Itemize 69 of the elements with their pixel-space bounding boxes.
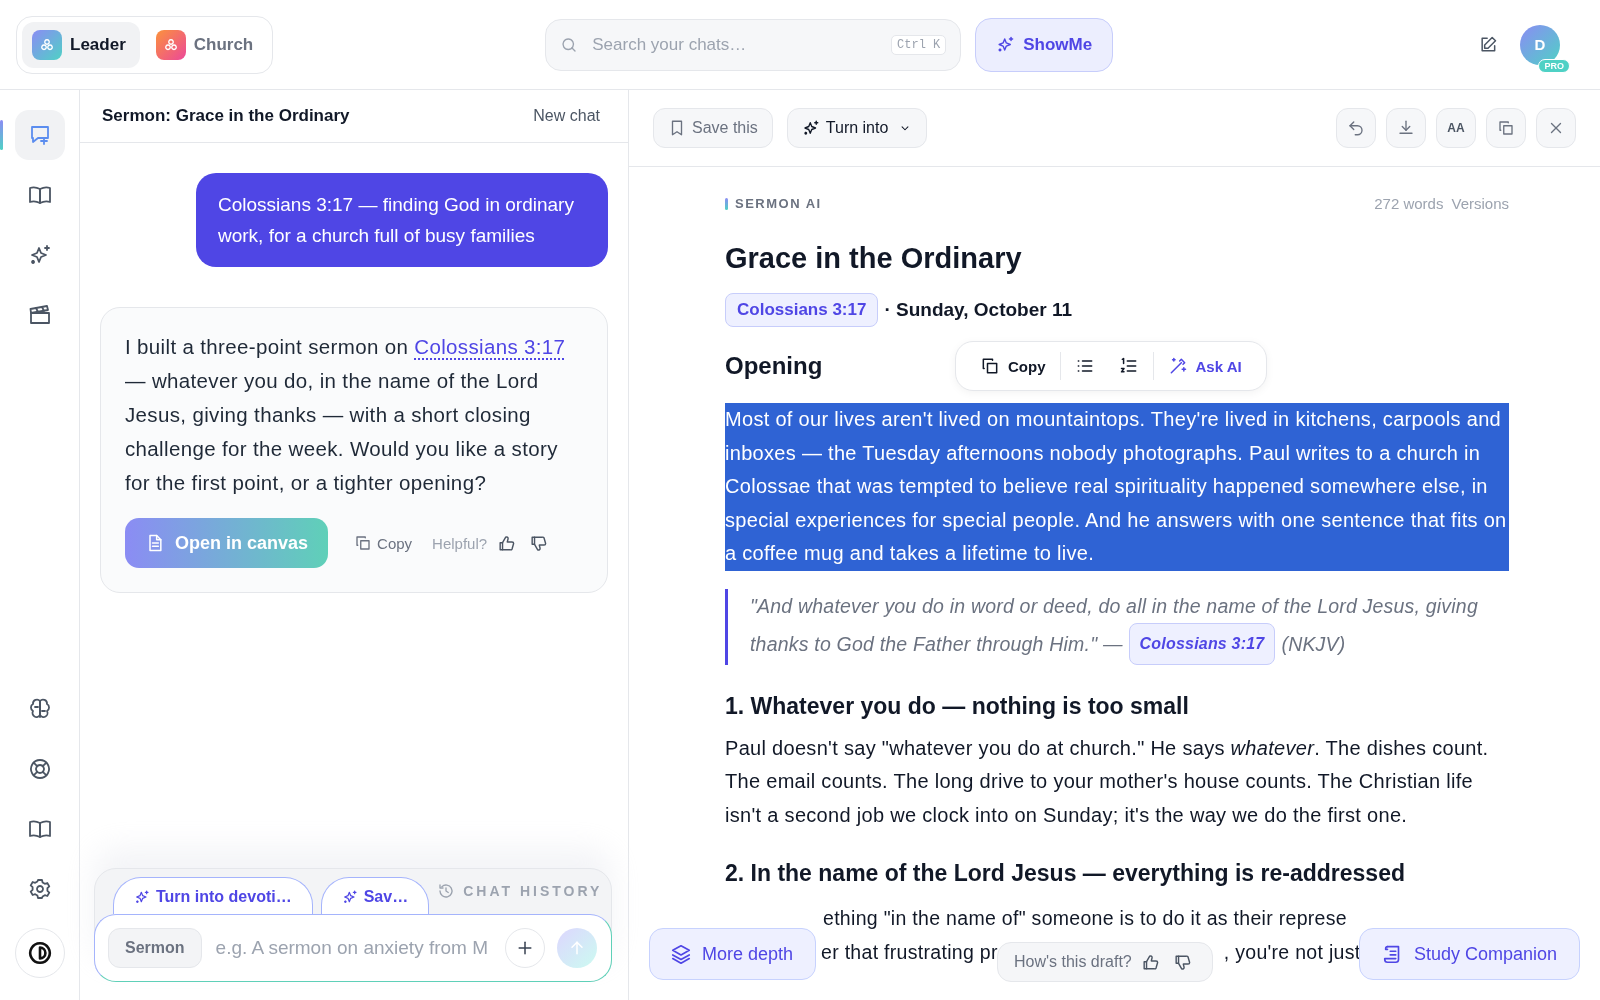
workspace-tab[interactable]: Church [145, 21, 268, 68]
paragraph: Most of our lives aren't lived on mountaintops. They're lived in kitchens, carpools and inboxes — the Tuesday afternoons nobody photographs. Paul writes to a church in Colossae that was tempted to believe real spirituality happened somewhere else, in special experiences for special people. And he answers with one sentence that fits on a coffee mug and takes a lifetime to live. [725, 403, 1509, 571]
paragraph-fragment: er that frustrating pr [821, 940, 998, 965]
lifebuoy-icon [27, 757, 52, 781]
history-icon [437, 882, 456, 900]
text-size-button[interactable]: AA [1436, 108, 1476, 148]
scripture-link[interactable]: Colossians 3:17 [414, 335, 566, 358]
quote-text: thanks to God the Father through Him." — [750, 631, 1123, 657]
duplicate-button[interactable] [1486, 108, 1526, 148]
settings-icon [27, 877, 52, 901]
message-field[interactable]: e.g. A sermon on anxiety from M [213, 936, 493, 960]
workspace-tab[interactable]: Leader [22, 21, 140, 68]
helpful-label: Helpful? [432, 534, 488, 552]
turn-into-button[interactable]: Turn into [786, 108, 928, 148]
section-heading: 1. Whatever you do — nothing is too small [725, 692, 1190, 720]
section-heading: Opening [725, 352, 824, 380]
suggestion-tab[interactable]: Turn into devoti… [113, 877, 313, 914]
chat-title: Sermon: Grace in the Ordinary [102, 106, 350, 126]
edit-icon [1478, 34, 1498, 55]
document-label: SERMON AI [725, 196, 822, 211]
sparkle-icon [801, 119, 820, 137]
paragraph-fragment: , you're not just [1223, 940, 1361, 965]
shortcut-hint: Ctrl K [891, 34, 947, 55]
undo-icon [1347, 119, 1365, 137]
reply-text: I built a three-point sermon on Colossians 3:17 — whatever you do, in the name of the Lord Jesus, giving thanks — with a short closing challenge for the week. Would you like a story for the first point, or a tighter opening? [125, 334, 567, 496]
sparkle-icon [134, 889, 150, 905]
mode-chip[interactable]: Sermon [108, 928, 202, 968]
search-field[interactable]: Search your chats… [590, 33, 880, 56]
ask-ai-button[interactable]: Ask AI [1157, 350, 1252, 382]
download-button[interactable] [1386, 108, 1426, 148]
thumbs-down-icon [1173, 952, 1193, 972]
numbered-list-icon [1118, 356, 1139, 376]
half-circle-icon [26, 940, 53, 966]
copy-icon [1497, 119, 1515, 137]
user-message: Colossians 3:17 — finding God in ordinary work, for a church full of busy families [196, 173, 608, 267]
word-count: 272 words [1374, 195, 1444, 212]
scripture-chip[interactable]: Colossians 3:17 [1128, 622, 1276, 665]
draft-feedback-label: How's this draft? [1014, 953, 1132, 971]
section-heading: 2. In the name of the Lord Jesus — everything is re-addressed [725, 860, 1406, 887]
active-indicator [0, 120, 3, 150]
paragraph-fragment: ething "in the name of" someone is to do it as their represe [822, 906, 1347, 931]
message-box[interactable]: Sermon e.g. A sermon on anxiety from M [94, 914, 612, 982]
study-companion-button[interactable]: Study Companion [1358, 928, 1580, 980]
paragraph: Paul doesn't say "whatever you do at church." He says whatever. The dishes count. The email counts. The long drive to your mother's house counts. The Christian life isn't a second job we clock into on Sunday; it's the way we do the first one. [725, 735, 1490, 828]
suggestion-tab[interactable]: Sav… [320, 877, 430, 914]
copy-icon [354, 534, 373, 552]
showme-button[interactable]: ShowMe [975, 17, 1114, 72]
scripture-chip[interactable]: Colossians 3:17 [725, 293, 879, 327]
quote-text: "And whatever you do in word or deed, do all in the name of the Lord Jesus, giving [750, 593, 1478, 619]
brain-icon [27, 697, 52, 721]
pro-badge: PRO [1538, 58, 1570, 73]
more-depth-button[interactable]: More depth [649, 928, 817, 980]
undo-button[interactable] [1336, 108, 1376, 148]
thumbs-down-icon [528, 533, 548, 553]
new-chat-link[interactable]: New chat [533, 107, 600, 125]
copy-button[interactable]: Copy [354, 534, 413, 552]
sermon-date: · Sunday, October 11 [884, 299, 1073, 321]
thumbs-up-icon [1141, 952, 1161, 972]
thumbs-up-icon [496, 533, 516, 553]
sparkle-icon [341, 889, 358, 905]
save-button[interactable]: Save this [653, 108, 773, 148]
clapperboard-icon [27, 303, 52, 327]
layers-icon [670, 943, 692, 965]
sparkle-icon [996, 35, 1016, 54]
download-icon [1397, 119, 1415, 137]
document-title: Grace in the Ordinary [725, 242, 1023, 275]
copy-icon [980, 356, 1000, 376]
copy-button[interactable]: Copy [970, 350, 1056, 382]
translation-label: (NKJV) [1281, 631, 1346, 657]
